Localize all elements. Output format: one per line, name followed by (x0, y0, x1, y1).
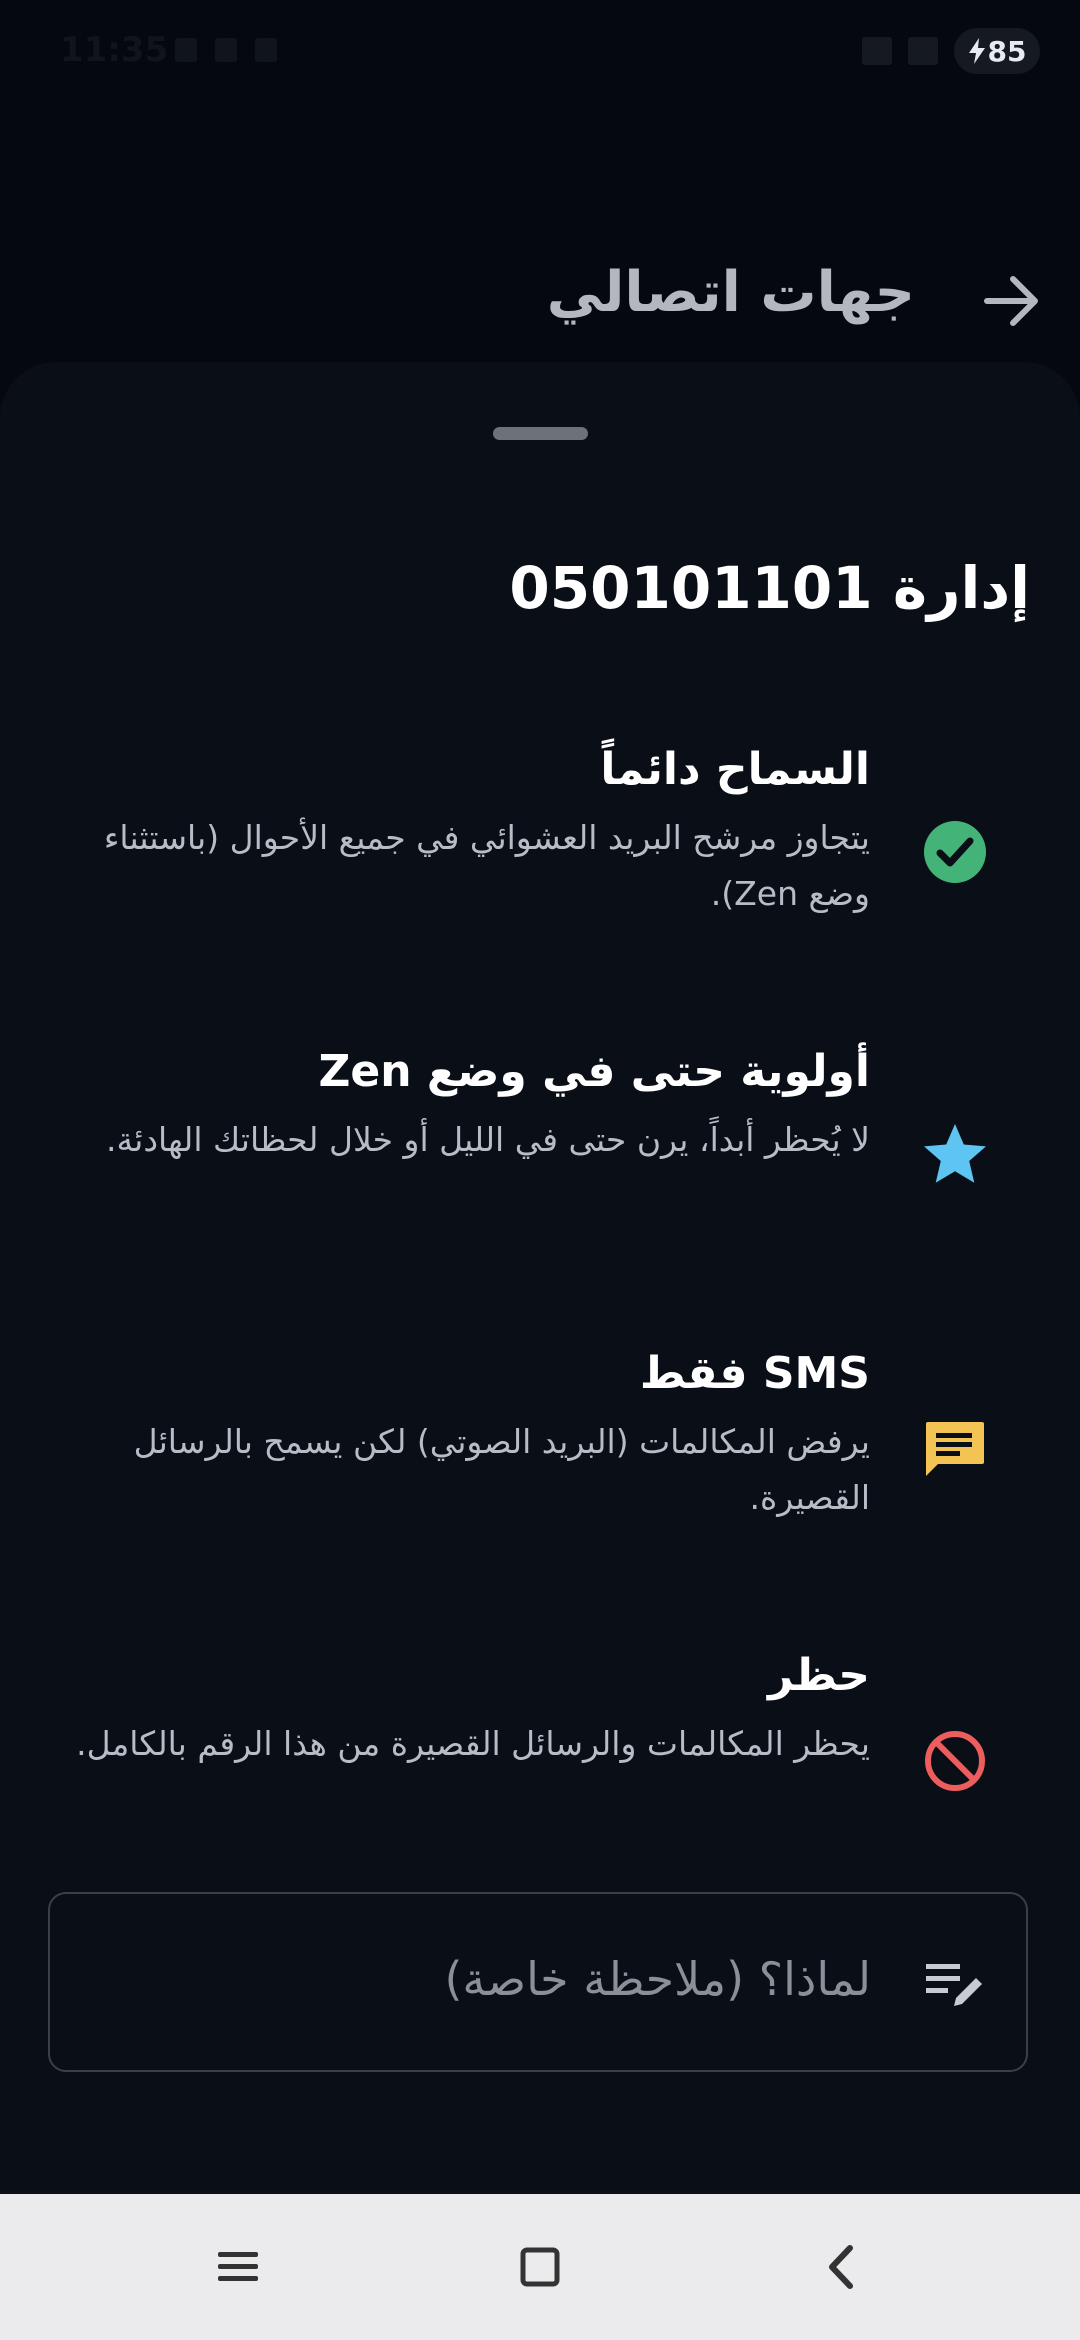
wifi-icon (862, 37, 892, 65)
battery-level: 85 (987, 34, 1027, 68)
option-description: لا يُحظر أبداً، يرن حتى في الليل أو خلال… (105, 1120, 870, 1159)
home-square-icon[interactable] (505, 2232, 575, 2302)
option-text: السماح دائماً يتجاوز مرشح البريد العشوائ… (60, 742, 870, 922)
app-header: جهات اتصالي (0, 250, 1080, 350)
signal-icon (908, 37, 938, 65)
note-input[interactable]: لماذا؟ (ملاحظة خاصة) (48, 1892, 1028, 2072)
option-sms-only[interactable]: SMS فقط يرفض المكالمات (البريد الصوتي) ل… (0, 1346, 1080, 1566)
notification-icon (255, 38, 277, 62)
status-bar: 11:35 85 (0, 0, 1080, 110)
message-icon (926, 1422, 984, 1476)
option-priority-zen[interactable]: أولوية حتى في وضع Zen لا يُحظر أبداً، ير… (0, 1044, 1080, 1264)
bottom-sheet: إدارة 050101101 السماح دائماً يتجاوز مرش… (0, 362, 1080, 2194)
option-block[interactable]: حظر يحظر المكالمات والرسائل القصيرة من ه… (0, 1648, 1080, 1798)
status-notification-icons (175, 38, 277, 62)
option-text: حظر يحظر المكالمات والرسائل القصيرة من ه… (60, 1648, 870, 1772)
option-always-allow[interactable]: السماح دائماً يتجاوز مرشح البريد العشوائ… (0, 742, 1080, 962)
chevron-left-icon[interactable] (808, 2232, 878, 2302)
edit-note-icon (926, 1964, 982, 2006)
option-text: أولوية حتى في وضع Zen لا يُحظر أبداً، ير… (60, 1044, 870, 1168)
option-title: أولوية حتى في وضع Zen (318, 1046, 870, 1097)
drag-handle[interactable] (493, 427, 588, 440)
status-time: 11:35 (60, 30, 169, 70)
star-icon (924, 1124, 986, 1183)
check-circle-icon (924, 821, 986, 883)
option-title: حظر (768, 1650, 870, 1701)
option-title: السماح دائماً (600, 744, 870, 795)
option-description: يتجاوز مرشح البريد العشوائي في جميع الأح… (103, 818, 870, 913)
status-right: 85 (862, 28, 1040, 74)
option-title: SMS فقط (639, 1348, 870, 1399)
block-icon (925, 1731, 985, 1791)
navigation-bar (0, 2194, 1080, 2340)
page-title: جهات اتصالي (546, 260, 915, 325)
menu-icon[interactable] (203, 2232, 273, 2302)
notification-icon (215, 38, 237, 62)
option-description: يرفض المكالمات (البريد الصوتي) لكن يسمح … (133, 1422, 870, 1517)
screen: 11:35 85 جهات اتصالي إدارة 050101101 الس… (0, 0, 1080, 2340)
option-text: SMS فقط يرفض المكالمات (البريد الصوتي) ل… (60, 1346, 870, 1526)
sheet-title: إدارة 050101101 (509, 554, 1030, 622)
option-description: يحظر المكالمات والرسائل القصيرة من هذا ا… (76, 1724, 870, 1763)
note-placeholder: لماذا؟ (ملاحظة خاصة) (444, 1952, 871, 2006)
charging-icon (968, 38, 985, 64)
notification-icon (175, 38, 197, 62)
arrow-right-icon[interactable] (979, 268, 1045, 334)
battery-indicator: 85 (954, 28, 1040, 74)
